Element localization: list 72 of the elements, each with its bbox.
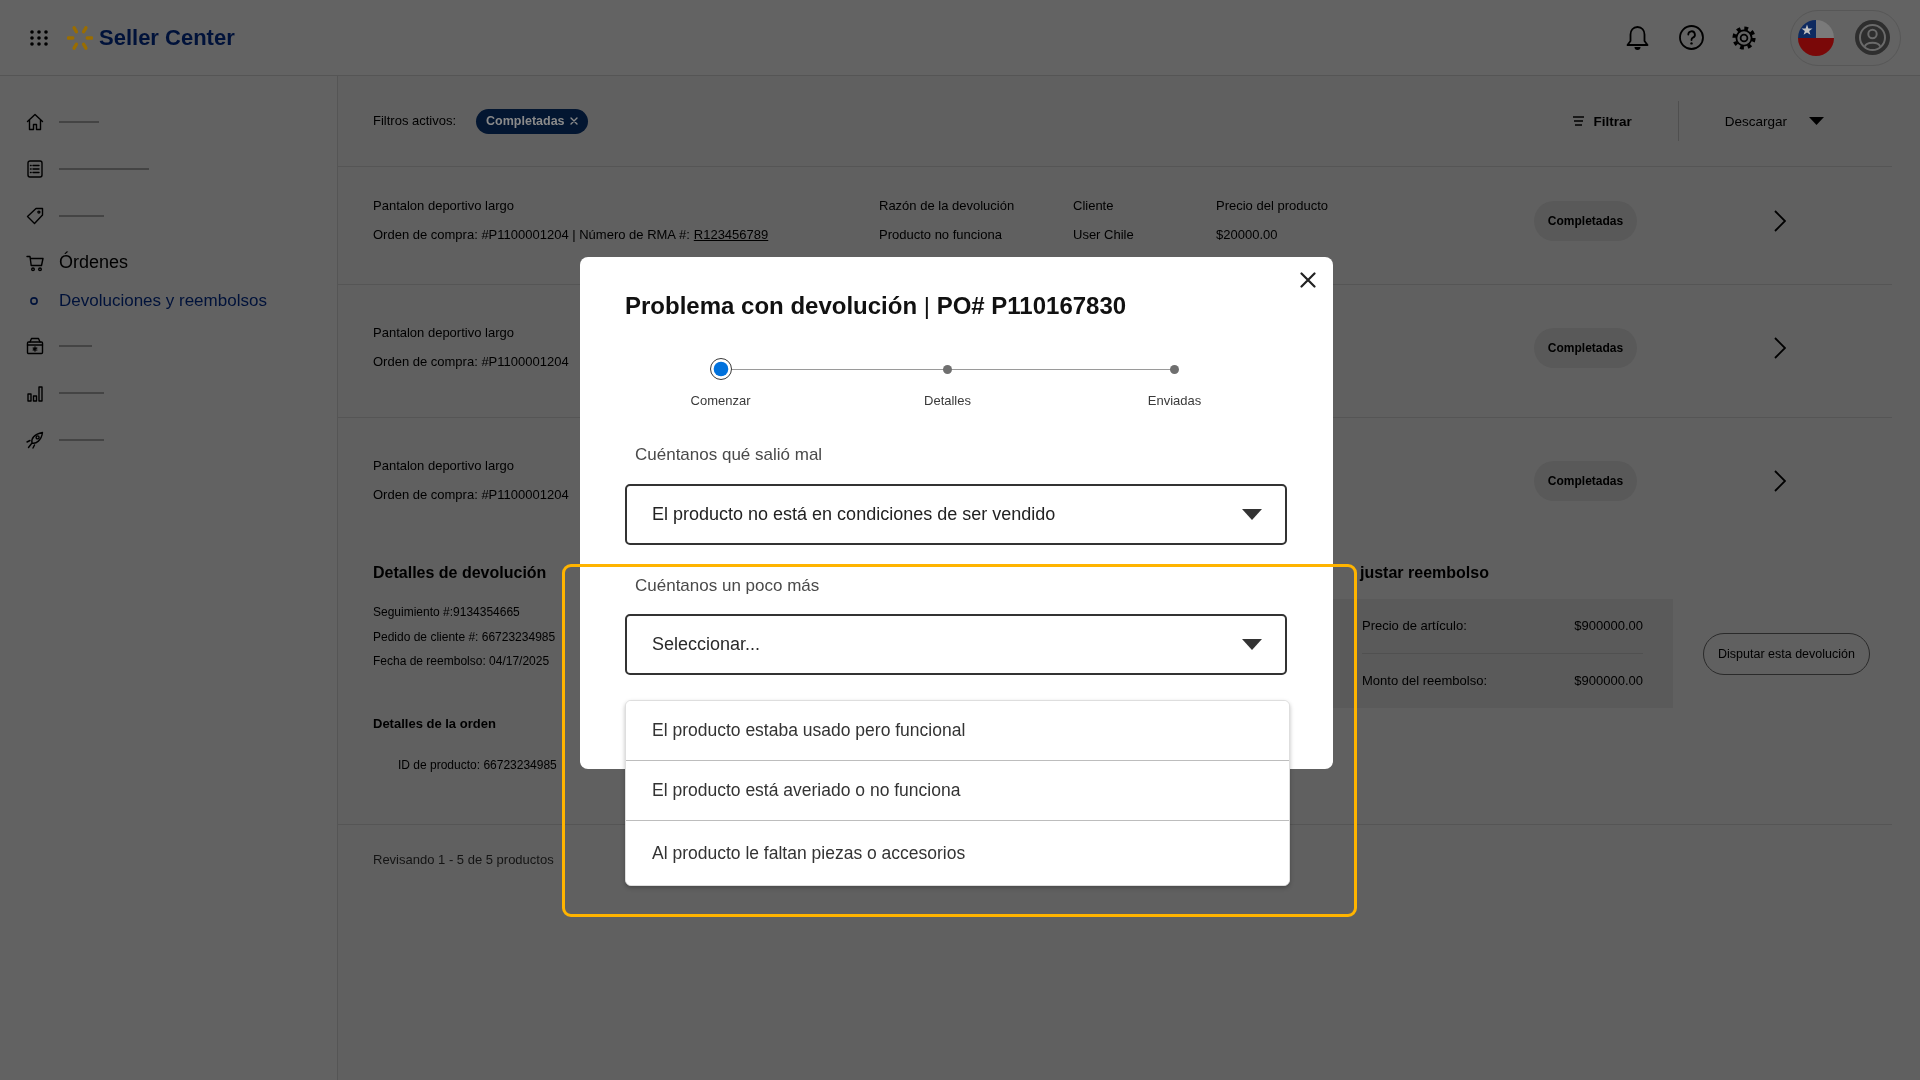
rocket-icon[interactable] — [26, 430, 44, 449]
chevron-right-icon[interactable] — [1774, 209, 1786, 232]
step-dot-icon[interactable] — [943, 364, 952, 374]
bar-chart-icon[interactable] — [26, 383, 44, 402]
section-title: Detalles de devolución — [373, 564, 547, 582]
sidebar-subitem[interactable]: Devoluciones y reembolsos — [59, 291, 267, 311]
status-badge[interactable]: Completadas — [1534, 460, 1637, 501]
column-value: Producto no funciona — [879, 226, 1002, 244]
user-avatar-icon[interactable] — [1855, 20, 1890, 55]
sidebar-item[interactable]: Órdenes — [59, 252, 129, 273]
caret-icon — [1242, 639, 1262, 650]
column-value: $20000.00 — [1216, 226, 1278, 244]
column-label: Razón de la devolución — [879, 197, 1015, 215]
product-name: Pantalon deportivo largo — [373, 324, 514, 342]
step-dot-icon[interactable] — [709, 358, 732, 380]
dropdown-field[interactable]: Seleccionar... — [625, 614, 1287, 675]
close-icon[interactable] — [569, 117, 578, 125]
product-name: Pantalon deportivo largo — [373, 457, 514, 475]
status-badge[interactable]: Completadas — [1534, 200, 1637, 241]
box-icon[interactable] — [26, 336, 44, 355]
dropdown-option[interactable]: Al producto le faltan piezas o accesorios — [626, 820, 1289, 885]
step-label: Enviadas — [1147, 393, 1202, 409]
order-number: Orden de compra: #P1100001204 — [373, 486, 569, 504]
download-dropdown[interactable]: Descargar — [1724, 113, 1824, 129]
cart-icon[interactable] — [26, 253, 44, 272]
step-dot-icon[interactable] — [1170, 364, 1179, 374]
detail-text: Pedido de cliente #: 66723234985 — [373, 628, 556, 646]
detail-text: Fecha de reembolso: 04/17/2025 — [373, 653, 550, 670]
home-icon[interactable] — [26, 112, 44, 131]
dropdown-option[interactable]: El producto está averiado o no funciona — [626, 760, 1289, 820]
dialog-title: Problema con devolución | PO# P110167830 — [625, 291, 1128, 321]
bell-icon[interactable] — [1626, 24, 1649, 51]
dropdown-option[interactable]: El producto estaba usado pero funcional — [626, 701, 1289, 760]
refund-amount: $900000.00 — [1574, 617, 1643, 635]
list-icon[interactable] — [26, 159, 44, 178]
filters-label: Filtros activos: — [373, 112, 457, 130]
filter-chip[interactable]: Completadas — [476, 108, 588, 134]
filter-button[interactable]: Filtrar — [1573, 113, 1632, 129]
refund-amount: $900000.00 — [1574, 672, 1643, 690]
pagination-text: Revisando 1 - 5 de 5 productos — [373, 852, 554, 867]
detail-text: Seguimiento #:9134354665 — [373, 604, 520, 621]
field-label: Cuéntanos un poco más — [634, 575, 821, 597]
tag-icon[interactable] — [26, 206, 44, 225]
section-title: justar reembolso — [1360, 564, 1489, 582]
filter-lines-icon — [1573, 116, 1585, 126]
chevron-right-icon[interactable] — [1774, 336, 1786, 359]
field-label: Cuéntanos qué salió mal — [634, 444, 824, 466]
refund-label: Monto del reembolso: — [1362, 672, 1487, 690]
status-badge[interactable]: Completadas — [1534, 327, 1637, 368]
column-label: Precio del producto — [1216, 197, 1328, 215]
rma-link[interactable]: R123456789 — [693, 226, 769, 244]
product-name: Pantalon deportivo largo — [373, 197, 514, 215]
refund-label: Precio de artículo: — [1362, 617, 1467, 635]
close-button[interactable] — [1300, 272, 1316, 288]
column-value: User Chile — [1073, 226, 1134, 244]
order-number: Orden de compra: #P1100001204 — [373, 353, 569, 371]
section-title: Detalles de la orden — [373, 715, 496, 732]
column-label: Cliente — [1073, 197, 1114, 215]
step-label: Detalles — [924, 393, 971, 409]
settings-icon[interactable] — [1732, 25, 1756, 50]
caret-icon — [1809, 117, 1824, 125]
help-icon[interactable] — [1679, 25, 1704, 50]
apps-grid-icon[interactable] — [30, 29, 48, 46]
bullet-ring-icon — [30, 297, 38, 305]
detail-text: ID de producto: 66723234985 — [397, 757, 557, 774]
caret-icon — [1242, 509, 1262, 520]
flag-icon[interactable] — [1798, 19, 1834, 56]
chevron-right-icon[interactable] — [1774, 469, 1786, 492]
brand-name[interactable]: Seller Center — [99, 24, 235, 51]
order-number: Orden de compra: #P1100001204 | Número de RMA #: — [373, 226, 690, 244]
dropdown-field[interactable]: El producto no está en condiciones de ser vendido — [625, 484, 1287, 545]
step-label: Comenzar — [690, 393, 751, 409]
